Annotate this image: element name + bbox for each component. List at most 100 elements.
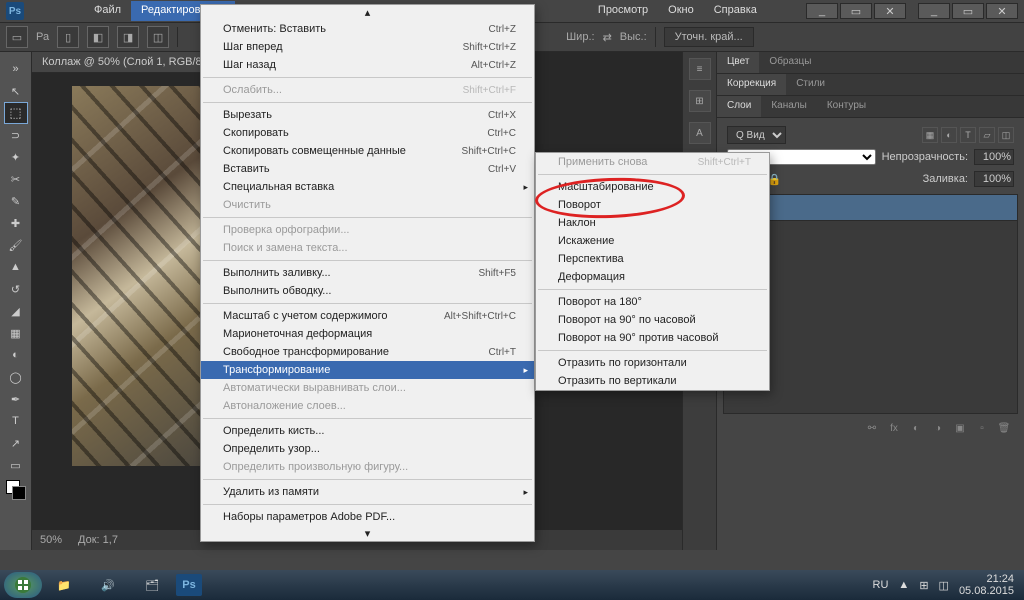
transform-item-9[interactable]: Поворот на 180° — [536, 293, 769, 311]
edit-item-7[interactable]: СкопироватьCtrl+C — [201, 124, 534, 142]
link-icon[interactable]: ⚯ — [864, 420, 880, 436]
edit-item-9[interactable]: ВставитьCtrl+V — [201, 160, 534, 178]
adjust-icon[interactable]: ◑ — [930, 420, 946, 436]
heal-tool[interactable]: ✚ — [4, 212, 28, 234]
gradient-tool[interactable]: ▦ — [4, 322, 28, 344]
move-tool[interactable]: ↖ — [4, 80, 28, 102]
close-inner-button[interactable]: ✕ — [874, 3, 906, 19]
tab-color[interactable]: Цвет — [717, 52, 759, 73]
edit-item-1[interactable]: Шаг впередShift+Ctrl+Z — [201, 38, 534, 56]
edit-item-0[interactable]: Отменить: ВставитьCtrl+Z — [201, 20, 534, 38]
zoom-value[interactable]: 50% — [40, 534, 62, 546]
close-button[interactable]: ✕ — [986, 3, 1018, 19]
transform-item-3[interactable]: Поворот — [536, 196, 769, 214]
transform-item-4[interactable]: Наклон — [536, 214, 769, 232]
mode-add-icon[interactable]: ◧ — [87, 26, 109, 48]
char-panel-icon[interactable]: A — [689, 122, 711, 144]
wand-tool[interactable]: ✦ — [4, 146, 28, 168]
transform-item-6[interactable]: Перспектива — [536, 250, 769, 268]
pen-tool[interactable]: ✒ — [4, 388, 28, 410]
edit-item-17[interactable]: Выполнить обводку... — [201, 282, 534, 300]
history-brush-tool[interactable]: ↺ — [4, 278, 28, 300]
tab-styles[interactable]: Стили — [786, 74, 835, 95]
min-inner-button[interactable]: _ — [806, 3, 838, 19]
transform-item-13[interactable]: Отразить по горизонтали — [536, 354, 769, 372]
eyedropper-tool[interactable]: ✎ — [4, 190, 28, 212]
edit-item-30[interactable]: Удалить из памяти▸ — [201, 483, 534, 501]
menu-scroll-up-icon[interactable]: ▴ — [201, 5, 534, 20]
tray-network-icon[interactable]: ◫ — [939, 579, 949, 592]
transform-item-10[interactable]: Поворот на 90° по часовой — [536, 311, 769, 329]
stamp-tool[interactable]: ▲ — [4, 256, 28, 278]
menu-scroll-down-icon[interactable]: ▾ — [201, 526, 534, 541]
edit-item-2[interactable]: Шаг назадAlt+Ctrl+Z — [201, 56, 534, 74]
refine-edge-button[interactable]: Уточн. край... — [664, 27, 754, 47]
taskbar-sound-icon[interactable]: 🔊 — [88, 572, 128, 598]
menu-окно[interactable]: Окно — [658, 1, 704, 21]
expand-tools-icon[interactable]: » — [4, 58, 28, 80]
edit-item-22[interactable]: Трансформирование▸ — [201, 361, 534, 379]
edit-item-20[interactable]: Марионеточная деформация — [201, 325, 534, 343]
swap-wh-icon[interactable]: ⇄ — [603, 31, 612, 44]
fill-input[interactable] — [974, 171, 1014, 187]
taskbar-folder-icon[interactable]: 🗂 — [132, 572, 172, 598]
crop-tool[interactable]: ✂ — [4, 168, 28, 190]
edit-item-6[interactable]: ВырезатьCtrl+X — [201, 106, 534, 124]
filter-pixel-icon[interactable]: ▦ — [922, 127, 938, 143]
document-tab[interactable]: Коллаж @ 50% (Слой 1, RGB/8) — [32, 52, 215, 73]
type-tool[interactable]: T — [4, 410, 28, 432]
lasso-tool[interactable]: ⊃ — [4, 124, 28, 146]
eraser-tool[interactable]: ◢ — [4, 300, 28, 322]
filter-smart-icon[interactable]: ◫ — [998, 127, 1014, 143]
edit-item-8[interactable]: Скопировать совмещенные данныеShift+Ctrl… — [201, 142, 534, 160]
lang-indicator[interactable]: RU — [873, 579, 889, 591]
start-button[interactable] — [4, 572, 42, 598]
mode-intersect-icon[interactable]: ◫ — [147, 26, 169, 48]
edit-item-27[interactable]: Определить узор... — [201, 440, 534, 458]
tool-preset-icon[interactable]: ▭ — [6, 26, 28, 48]
mask-icon[interactable]: ◐ — [908, 420, 924, 436]
mode-new-icon[interactable]: ▯ — [57, 26, 79, 48]
edit-item-32[interactable]: Наборы параметров Adobe PDF... — [201, 508, 534, 526]
opacity-input[interactable] — [974, 149, 1014, 165]
menu-файл[interactable]: Файл — [84, 1, 131, 21]
menu-просмотр[interactable]: Просмотр — [588, 1, 658, 21]
edit-item-19[interactable]: Масштаб с учетом содержимогоAlt+Shift+Ct… — [201, 307, 534, 325]
tab-channels[interactable]: Каналы — [761, 96, 817, 117]
blur-tool[interactable]: ◐ — [4, 344, 28, 366]
min-button[interactable]: _ — [918, 3, 950, 19]
restore-inner-button[interactable]: ▭ — [840, 3, 872, 19]
group-icon[interactable]: ▣ — [952, 420, 968, 436]
dodge-tool[interactable]: ◯ — [4, 366, 28, 388]
path-tool[interactable]: ↗ — [4, 432, 28, 454]
tab-paths[interactable]: Контуры — [817, 96, 876, 117]
trash-icon[interactable]: 🗑 — [996, 420, 1012, 436]
brush-tool[interactable]: 🖌 — [4, 234, 28, 256]
transform-item-14[interactable]: Отразить по вертикали — [536, 372, 769, 390]
marquee-tool[interactable]: ⬚ — [4, 102, 28, 124]
filter-type-icon[interactable]: T — [960, 127, 976, 143]
clock[interactable]: 21:24 05.08.2015 — [959, 573, 1020, 597]
mode-sub-icon[interactable]: ◨ — [117, 26, 139, 48]
edit-item-21[interactable]: Свободное трансформированиеCtrl+T — [201, 343, 534, 361]
edit-item-10[interactable]: Специальная вставка▸ — [201, 178, 534, 196]
edit-item-16[interactable]: Выполнить заливку...Shift+F5 — [201, 264, 534, 282]
max-button[interactable]: ▭ — [952, 3, 984, 19]
transform-item-7[interactable]: Деформация — [536, 268, 769, 286]
taskbar-explorer-icon[interactable]: 📁 — [44, 572, 84, 598]
menu-справка[interactable]: Справка — [704, 1, 767, 21]
filter-shape-icon[interactable]: ▱ — [979, 127, 995, 143]
tab-adjustments[interactable]: Коррекция — [717, 74, 786, 95]
new-layer-icon[interactable]: ▫ — [974, 420, 990, 436]
transform-item-2[interactable]: Масштабирование — [536, 178, 769, 196]
filter-adjust-icon[interactable]: ◐ — [941, 127, 957, 143]
taskbar-ps-icon[interactable]: Ps — [176, 574, 202, 596]
tab-swatches[interactable]: Образцы — [759, 52, 821, 73]
tray-action-icon[interactable]: ⊞ — [919, 579, 928, 592]
fx-icon[interactable]: fx — [886, 420, 902, 436]
transform-item-11[interactable]: Поворот на 90° против часовой — [536, 329, 769, 347]
tray-flag-icon[interactable]: ▲ — [898, 579, 909, 591]
tab-layers[interactable]: Слои — [717, 96, 761, 117]
history-panel-icon[interactable]: ≡ — [689, 58, 711, 80]
edit-item-26[interactable]: Определить кисть... — [201, 422, 534, 440]
